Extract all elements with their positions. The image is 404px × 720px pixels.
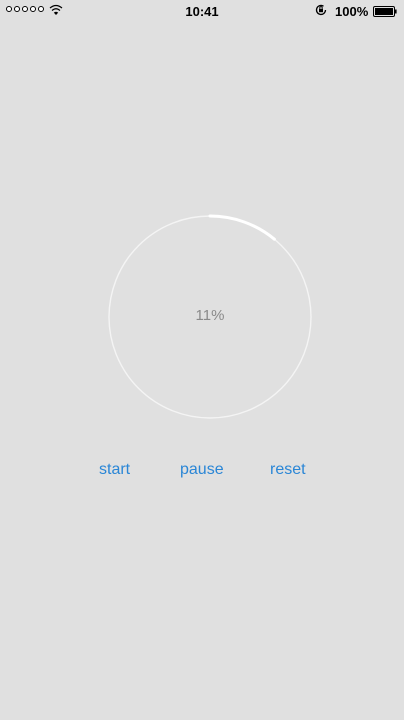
- battery-percent: 100%: [335, 4, 369, 19]
- pause-button[interactable]: pause: [180, 461, 224, 479]
- reset-button[interactable]: reset: [270, 461, 306, 479]
- start-button[interactable]: start: [99, 461, 130, 479]
- rotation-lock-icon: [315, 4, 327, 16]
- controls: start pause reset: [0, 461, 404, 481]
- battery-icon: [373, 6, 397, 17]
- progress-percent-label: 11%: [195, 307, 225, 324]
- status-bar: 10:41 100%: [0, 0, 404, 24]
